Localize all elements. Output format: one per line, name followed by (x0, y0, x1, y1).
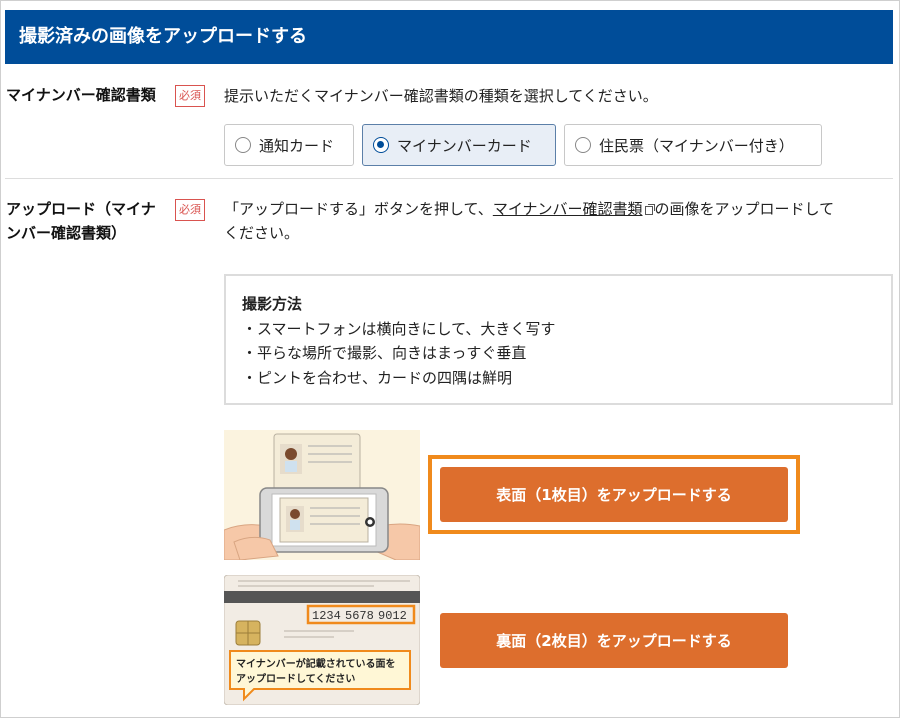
section-header: 撮影済みの画像をアップロードする (5, 10, 893, 64)
radio-juminhyo[interactable]: 住民票（マイナンバー付き） (564, 124, 822, 166)
upload-description: 「アップロードする」ボタンを押して、マイナンバー確認書類 の画像をアップロードして… (224, 197, 893, 245)
radio-label: 住民票（マイナンバー付き） (599, 136, 794, 155)
external-link-icon (644, 204, 655, 215)
howto-box: 撮影方法 ・スマートフォンは横向きにして、大きく写す ・平らな場所で撮影、向きは… (224, 274, 893, 405)
radio-circle-icon (235, 137, 251, 153)
required-badge: 必須 (175, 199, 205, 221)
doc-type-label: マイナンバー確認書類 (6, 86, 156, 104)
number-group: 9012 (378, 609, 407, 623)
required-badge: 必須 (175, 85, 205, 107)
howto-title: 撮影方法 (242, 295, 303, 313)
howto-item: ・スマートフォンは横向きにして、大きく写す (242, 319, 556, 338)
radio-label: マイナンバーカード (397, 136, 532, 155)
row-divider (5, 178, 893, 179)
howto-item: ・平らな場所で撮影、向きはまっすぐ垂直 (242, 344, 527, 362)
callout-line1: マイナンバーが記載されている面を (236, 657, 396, 670)
upload-label-line1: アップロード（マイナ (6, 200, 156, 218)
upload-label: アップロード（マイナ ンバー確認書類） (6, 197, 156, 245)
doc-type-link[interactable]: マイナンバー確認書類 (493, 200, 643, 218)
callout-line2: アップロードしてください (236, 672, 355, 685)
upload-description-line1: 「アップロードする」ボタンを押して、マイナンバー確認書類 の画像をアップロードして (224, 197, 893, 221)
radio-label: 通知カード (259, 136, 335, 155)
radio-circle-icon (575, 137, 591, 153)
number-group: 5678 (345, 609, 374, 623)
upload-label-line2: ンバー確認書類） (6, 224, 127, 242)
radio-tsuchi-card[interactable]: 通知カード (224, 124, 354, 166)
radio-selected-icon (373, 137, 389, 153)
upload-front-button[interactable]: 表面（1枚目）をアップロードする (440, 467, 788, 522)
desc-before: 「アップロードする」ボタンを押して、 (224, 200, 493, 218)
desc-after: の画像をアップロードして (654, 200, 835, 218)
back-photo-illustration: 1234 5678 9012 マイナンバーが記載されている面を アップロードして… (224, 575, 420, 705)
howto-item: ・ピントを合わせ、カードの四隅は鮮明 (242, 368, 513, 387)
doc-type-description: 提示いただくマイナンバー確認書類の種類を選択してください。 (224, 87, 658, 105)
upload-back-button[interactable]: 裏面（2枚目）をアップロードする (440, 613, 788, 668)
front-photo-illustration (224, 430, 420, 560)
radio-mynumber-card[interactable]: マイナンバーカード (362, 124, 556, 166)
number-group: 1234 (312, 609, 341, 623)
upload-description-line2: ください。 (224, 224, 300, 242)
section-title: 撮影済みの画像をアップロードする (19, 26, 307, 47)
